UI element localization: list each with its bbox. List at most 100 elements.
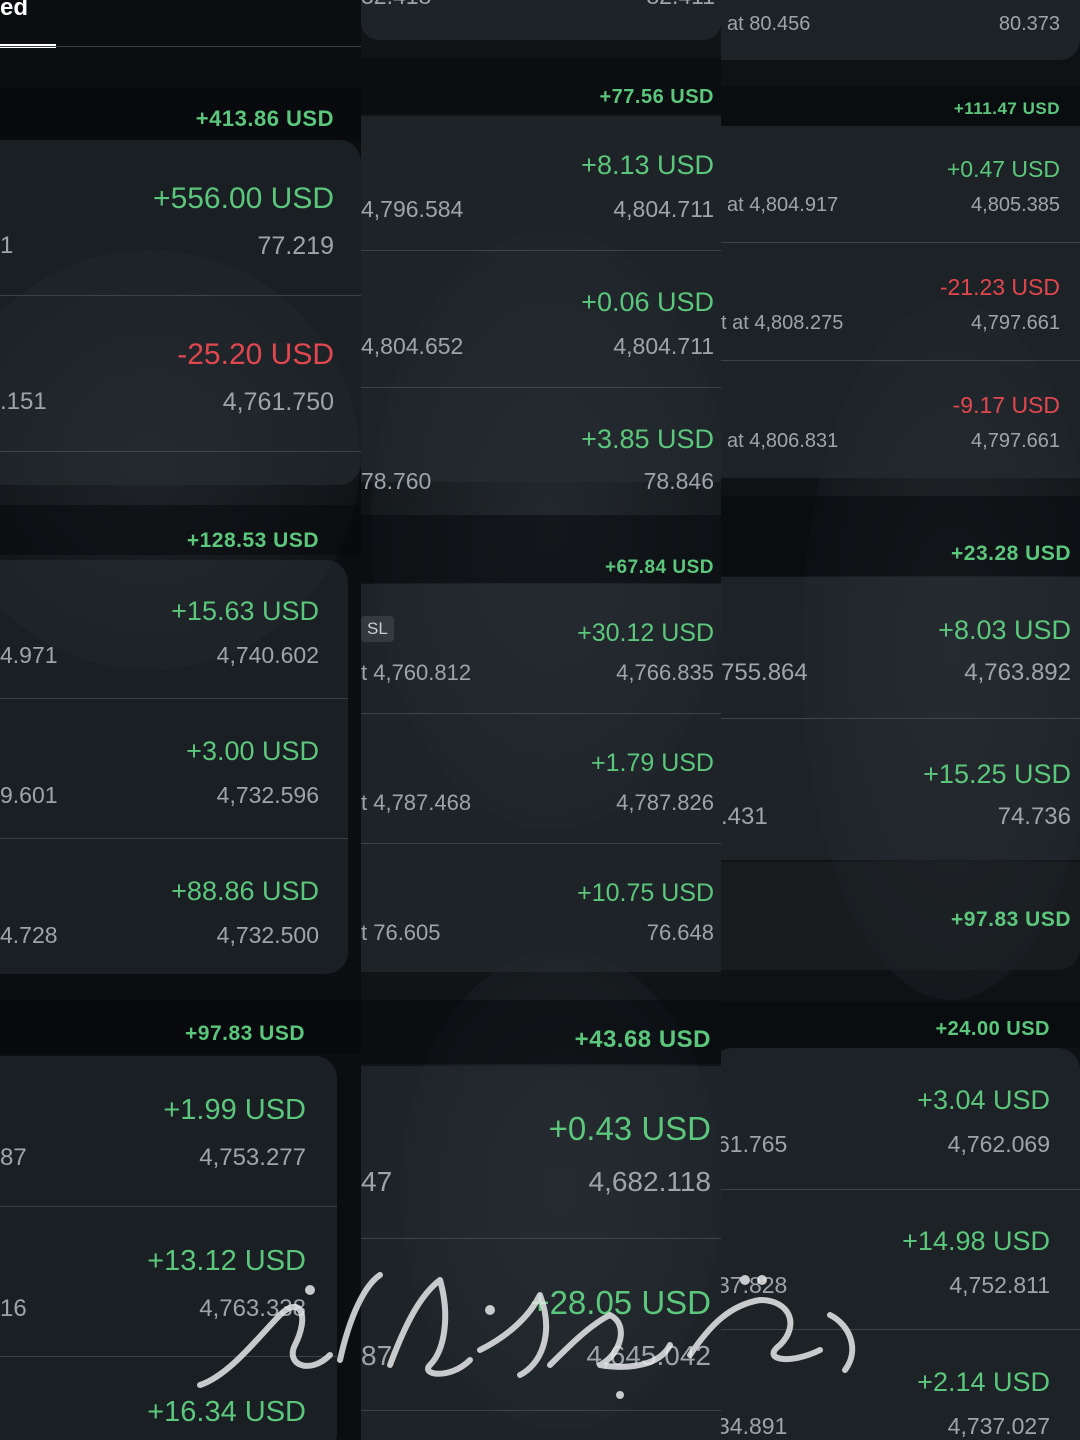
trade-group-card: +15.63 USD 4.971 4,740.602 +3.00 USD 9.6… (0, 560, 348, 974)
open-price: 78.760 (361, 468, 432, 494)
current-price: 80.373 (998, 13, 1060, 35)
open-price: at 80.456 (727, 13, 811, 35)
trade-pnl: -25.20 USD (177, 338, 334, 371)
trade-pnl: +2.14 USD (917, 1367, 1050, 1397)
open-price: 4,804.652 (361, 333, 464, 359)
trade-group-card: +556.00 USD 1 77.219 -25.20 USD .151 4,7… (0, 140, 361, 485)
trade-pnl: +3.00 USD (186, 736, 319, 766)
trade-pnl: +88.86 USD (171, 876, 319, 906)
row-divider (0, 1206, 337, 1207)
group-total: +413.86 USD (195, 106, 334, 131)
row-divider (361, 843, 721, 844)
open-price: .151 (0, 388, 47, 415)
group-header[interactable]: +77.56 USD (361, 58, 721, 114)
row-divider (0, 451, 361, 452)
open-price: t at 4,808.275 (721, 312, 844, 334)
open-price: 47 (361, 1166, 393, 1197)
history-panel-left: ed +413.86 USD +556.00 USD 1 77.219 -25.… (0, 0, 361, 1440)
trade-pnl: -9.17 USD (952, 392, 1060, 418)
open-price: t 4,760.812 (361, 660, 472, 685)
trade-pnl: +10.75 USD (577, 879, 714, 907)
current-price: 4,761.750 (222, 388, 334, 416)
group-total: +43.68 USD (574, 1026, 711, 1053)
tab-closed[interactable]: ed (0, 0, 28, 22)
current-price: 4,732.500 (216, 922, 319, 948)
current-price: 4,753.277 (199, 1144, 306, 1171)
current-price: 4,805.385 (971, 194, 1060, 216)
group-header[interactable]: +413.86 USD (0, 88, 361, 140)
group-header[interactable]: +97.83 USD (721, 862, 1080, 970)
open-price: at 4,804.917 (727, 194, 839, 216)
group-total: +24.00 USD (935, 1018, 1050, 1040)
open-price: 4.728 (0, 922, 58, 948)
current-price: 74.736 (997, 803, 1071, 830)
current-price: 4,797.661 (971, 430, 1060, 452)
trade-pnl: +0.47 USD (946, 156, 1060, 182)
trade-pnl: +0.43 USD (548, 1110, 711, 1147)
stop-loss-badge: SL (361, 616, 394, 642)
current-price: 76.648 (646, 920, 714, 945)
current-price: 4,752.811 (949, 1272, 1050, 1298)
trade-group-card: SL +30.12 USD t 4,760.812 4,766.835 +1.7… (361, 584, 721, 972)
group-header[interactable]: +97.83 USD (0, 1000, 361, 1054)
row-divider (361, 387, 721, 388)
row-divider (721, 242, 1080, 243)
trade-group-card: at 80.456 80.373 (721, 0, 1080, 60)
open-price: 4,796.584 (361, 196, 464, 222)
trade-pnl: +14.98 USD (902, 1226, 1050, 1256)
trade-group-card: +0.47 USD at 4,804.917 4,805.385 -21.23 … (721, 126, 1080, 478)
group-header[interactable]: +24.00 USD (721, 1002, 1080, 1048)
row-divider (361, 713, 721, 714)
open-price: 87 (0, 1144, 27, 1171)
current-price: 78.846 (643, 468, 714, 494)
current-price: 4,804.711 (613, 196, 714, 222)
trade-pnl: +1.79 USD (591, 749, 714, 777)
group-header[interactable]: +23.28 USD (721, 496, 1080, 576)
current-price: 4,804.711 (613, 333, 714, 359)
trade-pnl: +1.99 USD (163, 1094, 306, 1126)
group-total: +97.83 USD (185, 1022, 305, 1045)
open-price: .431 (721, 803, 768, 830)
open-price: 4.971 (0, 642, 58, 668)
open-price: 1 (0, 232, 14, 259)
calligraphy-watermark (197, 1272, 856, 1399)
open-price: 16 (0, 1295, 27, 1322)
current-price: 82.411 (646, 0, 715, 10)
trade-pnl: +3.04 USD (917, 1085, 1050, 1115)
row-divider (0, 698, 348, 699)
trade-pnl: +0.06 USD (581, 287, 714, 317)
current-price: 4,787.826 (616, 790, 714, 815)
open-price: 61.765 (721, 1131, 788, 1157)
open-price: t 4,787.468 (361, 790, 472, 815)
group-total: +77.56 USD (599, 86, 714, 108)
group-total: +128.53 USD (186, 529, 319, 552)
open-price: 32.418 (361, 0, 431, 10)
current-price: 77.219 (257, 232, 334, 260)
group-header[interactable]: +128.53 USD (0, 505, 361, 555)
row-divider (721, 1189, 1080, 1190)
trade-pnl: +30.12 USD (577, 619, 714, 647)
group-total: +111.47 USD (953, 99, 1060, 118)
group-header[interactable]: +111.47 USD (721, 86, 1080, 126)
group-header[interactable]: +43.68 USD (361, 1000, 721, 1064)
trade-pnl: +3.85 USD (581, 424, 714, 454)
trade-pnl: +556.00 USD (153, 182, 334, 215)
trade-group-card: 32.418 82.411 (361, 0, 721, 40)
current-price: 4,763.892 (964, 659, 1071, 686)
trade-pnl: +15.25 USD (923, 759, 1071, 789)
current-price: 4,740.602 (216, 642, 319, 668)
group-header[interactable]: +67.84 USD (361, 515, 721, 583)
trade-pnl: +15.63 USD (171, 596, 319, 626)
history-panel-right: at 80.456 80.373 +111.47 USD +0.47 USD a… (721, 0, 1080, 1440)
trade-pnl: +8.03 USD (938, 615, 1071, 645)
open-price: at 4,806.831 (727, 430, 839, 452)
row-divider (721, 718, 1080, 719)
current-price: 4,766.835 (616, 660, 714, 685)
row-divider (361, 1238, 721, 1239)
open-price: 755.864 (721, 659, 808, 686)
row-divider (721, 360, 1080, 361)
group-total: +67.84 USD (604, 557, 714, 578)
history-panel-middle: 32.418 82.411 +77.56 USD +8.13 USD 4,796… (361, 0, 721, 1440)
row-divider (0, 838, 348, 839)
trade-pnl: -21.23 USD (939, 274, 1060, 300)
